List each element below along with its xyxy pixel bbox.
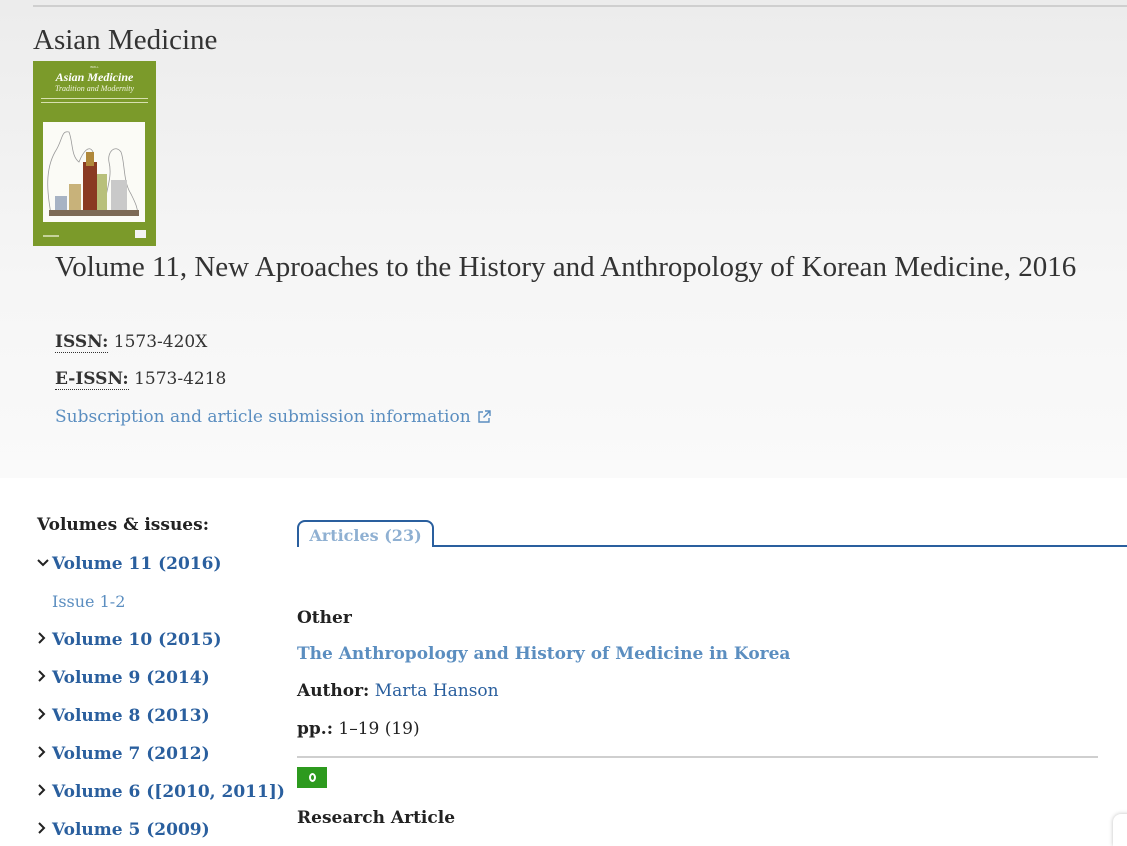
cover-subtitle: Tradition and Modernity [54, 84, 135, 93]
chevron-right-icon[interactable] [37, 784, 52, 800]
issn-row: ISSN: 1573-420X [55, 332, 208, 353]
chevron-down-icon[interactable] [37, 556, 52, 572]
tab-articles[interactable]: Articles (23) [297, 520, 434, 547]
volume-item-8[interactable]: Volume 8 (2013) [37, 706, 210, 726]
pages-label: pp.: [297, 719, 333, 739]
chevron-right-icon[interactable] [37, 670, 52, 686]
chevron-right-icon[interactable] [37, 708, 52, 724]
article-title-link[interactable]: The Anthropology and History of Medicine… [297, 644, 790, 664]
feedback-widget[interactable] [1113, 814, 1127, 846]
volume-item-7[interactable]: Volume 7 (2012) [37, 744, 210, 764]
chevron-right-icon[interactable] [37, 632, 52, 648]
eissn-label: E-ISSN: [55, 369, 129, 390]
volume-item-10[interactable]: Volume 10 (2015) [37, 630, 222, 650]
article-type-heading-next: Research Article [297, 808, 456, 828]
author-label: Author: [297, 681, 370, 701]
page: Asian Medicine BRILL Asian Medicine Trad… [0, 0, 1127, 846]
volume-item-11[interactable]: Volume 11 (2016) [37, 554, 222, 574]
volume-item-9[interactable]: Volume 9 (2014) [37, 668, 210, 688]
eissn-row: E-ISSN: 1573-4218 [55, 369, 227, 390]
volume-item-5[interactable]: Volume 5 (2009) [37, 820, 210, 840]
article-divider [297, 756, 1098, 758]
cover-artwork [43, 122, 145, 222]
volume-label[interactable]: Volume 11 (2016) [52, 554, 222, 574]
subscription-info-link[interactable]: Subscription and article submission info… [55, 407, 491, 427]
volume-label[interactable]: Volume 8 (2013) [52, 706, 210, 726]
chevron-right-icon[interactable] [37, 822, 52, 838]
volumes-issues-heading: Volumes & issues: [37, 515, 209, 535]
subscription-info-label: Subscription and article submission info… [55, 407, 471, 427]
open-access-lock-icon [308, 773, 316, 782]
cover-publisher: BRILL [90, 65, 99, 69]
pages-value: 1–19 (19) [332, 719, 420, 739]
chevron-right-icon[interactable] [37, 746, 52, 762]
cover-illustration [47, 131, 139, 217]
cover-publisher-logo [135, 230, 146, 238]
journal-title[interactable]: Asian Medicine [33, 24, 217, 57]
external-link-icon [477, 410, 491, 423]
journal-cover-image[interactable]: BRILL Asian Medicine Tradition and Moder… [33, 61, 156, 246]
volume-label[interactable]: Volume 10 (2015) [52, 630, 222, 650]
issn-label: ISSN: [55, 332, 109, 353]
volume-label[interactable]: Volume 9 (2014) [52, 668, 210, 688]
eissn-value: 1573-4218 [128, 369, 227, 389]
cover-text-lines [41, 98, 148, 108]
volume-label[interactable]: Volume 5 (2009) [52, 820, 210, 840]
volume-item-6[interactable]: Volume 6 ([2010, 2011]) [37, 782, 285, 802]
article-type-heading: Other [297, 608, 352, 628]
open-access-icon [297, 767, 327, 788]
cover-footer-mark [43, 235, 59, 237]
top-divider [33, 5, 1127, 7]
volume-label[interactable]: Volume 7 (2012) [52, 744, 210, 764]
article-pages-row: pp.: 1–19 (19) [297, 719, 420, 739]
issn-value: 1573-420X [108, 332, 208, 352]
issue-link-1-2[interactable]: Issue 1-2 [52, 592, 125, 611]
author-link[interactable]: Marta Hanson [369, 681, 499, 701]
volume-title: Volume 11, New Aproaches to the History … [55, 251, 1077, 283]
article-author-row: Author: Marta Hanson [297, 681, 499, 701]
cover-title: Asian Medicine [55, 70, 134, 84]
volume-label[interactable]: Volume 6 ([2010, 2011]) [52, 782, 285, 802]
